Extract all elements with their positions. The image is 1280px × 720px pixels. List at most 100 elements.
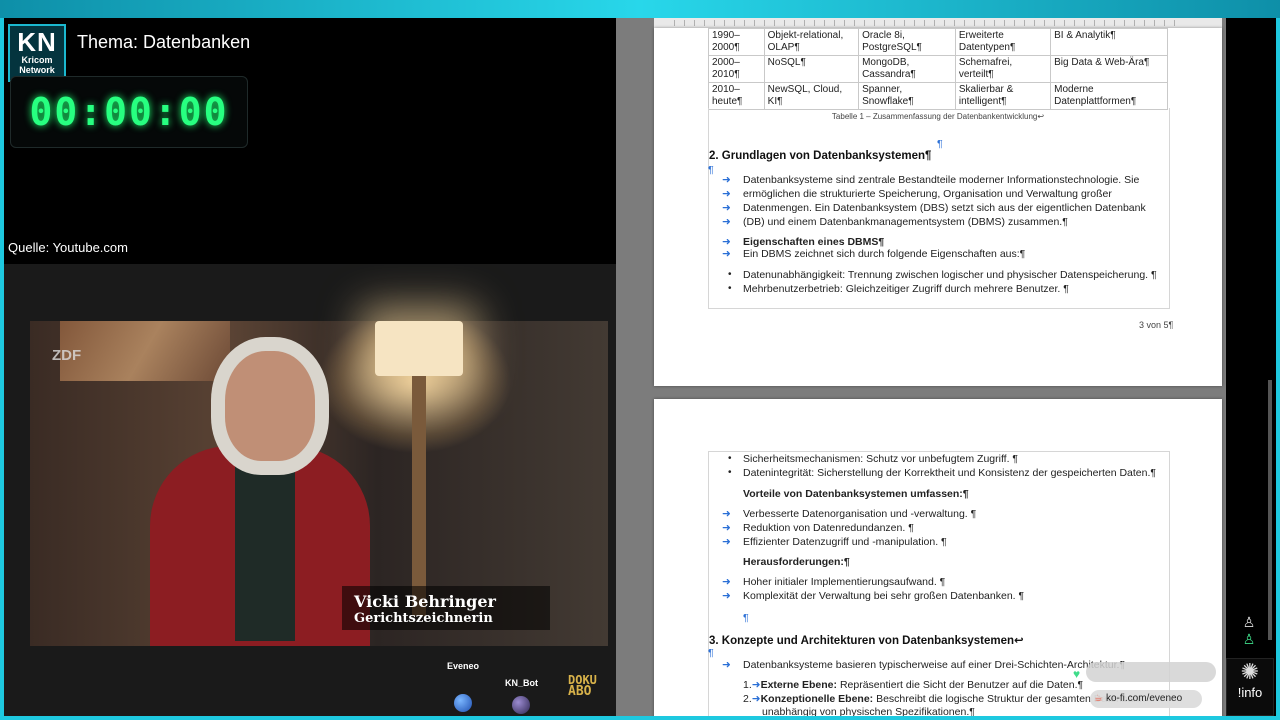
item-text: Repräsentiert die Sicht der Benutzer auf… [837, 679, 1084, 691]
notification-toast [1086, 662, 1216, 682]
list-item: (DB) und einem Datenbankmanagementsystem… [743, 216, 1068, 228]
history-table: 1990–2000¶ Objekt-relational, OLAP¶ Oracle… [708, 28, 1168, 110]
document-page-3[interactable]: 1990–2000¶ Objekt-relational, OLAP¶ Oracle… [654, 28, 1222, 386]
table-cell: Oracle 8i, PostgreSQL¶ [858, 28, 956, 56]
tab-arrow-icon: ➜ [722, 508, 731, 520]
person-name: Vicki Behringer [354, 592, 496, 611]
tab-arrow-icon: ➜ [722, 576, 731, 588]
table-cell: MongoDB, Cassandra¶ [858, 55, 956, 83]
bullet-icon: • [728, 467, 732, 478]
section-2-title: 2. Grundlagen von Datenbanksystemen¶ [709, 150, 932, 162]
tab-arrow-icon: ➜ [722, 522, 731, 534]
table-cell: Schemafrei, verteilt¶ [954, 55, 1052, 83]
list-item: Datenunabhängigkeit: Trennung zwischen l… [743, 269, 1157, 281]
chat-avatar-kn-bot [512, 696, 530, 714]
heart-icon: ♥ [1073, 667, 1081, 681]
table-cell: Big Data & Web-Ära¶ [1050, 55, 1168, 83]
vorteile-heading: Vorteile von Datenbanksystemen umfassen:… [743, 488, 969, 500]
logo-line2: Network [19, 65, 55, 75]
tab-arrow-icon: ➜ [722, 202, 731, 214]
table-cell: Moderne Datenplattformen¶ [1050, 82, 1168, 110]
cup-icon: ☕ [1094, 693, 1103, 704]
item-label: Externe Ebene: [760, 679, 838, 691]
item-label: Konzeptionelle Ebene: [760, 693, 874, 705]
document-view[interactable]: 1990–2000¶ Objekt-relational, OLAP¶ Oracle… [616, 18, 1226, 716]
person-shirt [235, 461, 295, 641]
sparkle-icon: ✺ [1240, 659, 1260, 684]
page-number: 3 von 5¶ [1139, 320, 1174, 330]
dbms-intro: Ein DBMS zeichnet sich durch folgende Ei… [743, 248, 1026, 260]
list-item: Effizienter Datenzugriff und -manipulati… [743, 536, 947, 548]
table-row: 2000–2010¶ NoSQL¶ MongoDB, Cassandra¶ Schem… [708, 55, 1168, 83]
source-label: Quelle: Youtube.com [8, 240, 128, 255]
user-online-icon: ♙ [1242, 631, 1256, 647]
stream-left-panel: KN Kricom Network Thema: Datenbanken 00:… [4, 18, 616, 716]
table-cell: Objekt-relational, OLAP¶ [763, 28, 860, 56]
document-scrollbar[interactable] [1268, 380, 1272, 640]
list-item: ermöglichen die strukturierte Speicherun… [743, 188, 1112, 200]
user-icon: ♙ [1242, 614, 1256, 630]
tab-arrow-icon: ➜ [722, 174, 731, 186]
paragraph-mark: ¶ [708, 647, 714, 659]
list-item: Verbesserte Datenorganisation und -verwa… [743, 508, 977, 520]
background-painting [60, 321, 230, 381]
info-widget[interactable]: ✺ !info [1226, 658, 1274, 716]
list-item: Sicherheitsmechanismen: Schutz vor unbef… [743, 453, 1019, 465]
lamp-shade [375, 321, 463, 376]
bullet-icon: • [728, 283, 732, 294]
table-row: 2010–heute¶ NewSQL, Cloud, KI¶ Spanner, Sn… [708, 82, 1168, 110]
person-role: Gerichtszeichnerin [354, 611, 493, 626]
list-item-continuation: unabhängig von physischen Spezifikatione… [762, 706, 975, 716]
tab-arrow-icon: ➜ [722, 659, 731, 671]
list-item: Reduktion von Datenredundanzen. ¶ [743, 522, 914, 534]
list-item: Komplexität der Verwaltung bei sehr groß… [743, 590, 1025, 602]
tab-arrow-icon: ➜ [722, 590, 731, 602]
tab-arrow-icon: ➜ [722, 236, 731, 248]
table-cell: Spanner, Snowflake¶ [858, 82, 956, 110]
countdown-timer: 00:00:00 [10, 76, 248, 148]
info-label: !info [1237, 685, 1263, 700]
list-item: Mehrbenutzerbetrieb: Gleichzeitiger Zugr… [743, 283, 1069, 295]
chat-user-eveneo: Eveneo [447, 661, 480, 671]
paragraph-mark: ¶ [743, 612, 749, 624]
logo-main: KN [17, 27, 57, 57]
table-cell: NoSQL¶ [763, 55, 860, 83]
channel-logo: ZDF [52, 347, 82, 364]
doku-abo-badge: DOKU ABO [568, 674, 597, 698]
table-cell: BI & Analytik¶ [1050, 28, 1168, 56]
list-item-externe-ebene: 1.➜Externe Ebene: Repräsentiert die Sich… [743, 679, 1084, 691]
video-player[interactable]: ZDF Vicki Behringer Gerichtszeichnerin E… [4, 264, 616, 716]
bullet-icon: • [728, 269, 732, 280]
table-cell: Erweiterte Datentypen¶ [954, 28, 1052, 56]
chat-avatar-eveneo [454, 694, 472, 712]
frame-top-bar [0, 0, 1280, 18]
list-item-konzeptionelle-ebene: 2.➜Konzeptionelle Ebene: Beschreibt die … [743, 693, 1145, 705]
list-item: Datenbanksysteme sind zentrale Bestandte… [743, 174, 1140, 186]
viewer-icons: ♙ ♙ [1226, 614, 1272, 654]
kofi-text: ko-fi.com/eveneo [1106, 693, 1183, 704]
table-cell: Skalierbar & intelligent¶ [954, 82, 1052, 110]
tab-arrow-icon: ➜ [722, 248, 731, 260]
list-item: Datenmengen. Ein Datenbanksystem (DBS) s… [743, 202, 1146, 214]
table-cell: NewSQL, Cloud, KI¶ [763, 82, 860, 110]
lamp-stem [412, 376, 426, 616]
name-lower-third: Vicki Behringer Gerichtszeichnerin [342, 586, 550, 630]
timer-value: 00:00:00 [29, 90, 229, 134]
badge-line2: ABO [568, 684, 592, 699]
tab-arrow-icon: ➜ [722, 188, 731, 200]
table-cell: 2010–heute¶ [708, 82, 765, 110]
table-cell: 2000–2010¶ [708, 55, 765, 83]
tab-arrow-icon: ➜ [722, 536, 731, 548]
section-3-title: 3. Konzepte und Architekturen von Datenb… [709, 635, 1024, 647]
dbms-heading: Eigenschaften eines DBMS¶ [743, 236, 885, 248]
kofi-link[interactable]: ☕ ko-fi.com/eveneo [1090, 690, 1202, 708]
topic-title: Thema: Datenbanken [77, 32, 251, 52]
kn-logo: KN Kricom Network [8, 24, 66, 82]
bullet-icon: • [728, 453, 732, 464]
list-item: Hoher initialer Implementierungsaufwand.… [743, 576, 946, 588]
table-cell: 1990–2000¶ [708, 28, 765, 56]
herausforderungen-heading: Herausforderungen:¶ [743, 556, 850, 568]
paragraph-mark: ¶ [708, 164, 714, 176]
person-head [225, 351, 315, 461]
chat-user-kn-bot: KN_Bot [505, 678, 538, 688]
